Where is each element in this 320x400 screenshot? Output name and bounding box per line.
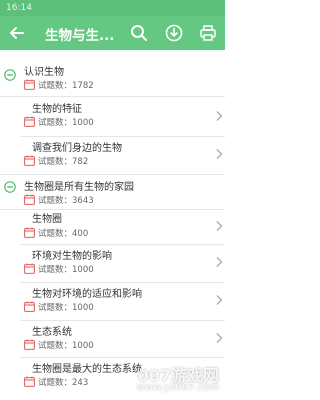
count-label: 试题数：1782 (38, 81, 94, 91)
calendar-icon (24, 227, 35, 238)
search-icon[interactable] (129, 23, 149, 43)
calendar-icon (24, 339, 35, 350)
item-title: 环境对生物的影响 (32, 251, 112, 262)
app-bar: 生物与生... (0, 16, 225, 50)
list-item-group[interactable]: 生物圈是所有生物的家园 试题数：3643 (0, 177, 225, 209)
count-label: 试题数：1000 (38, 303, 94, 313)
item-title: 生物的特征 (32, 104, 82, 115)
watermark: 007游戏网 www.yx007.com (131, 362, 221, 398)
download-icon[interactable] (164, 23, 184, 43)
count-label: 试题数：3643 (38, 196, 94, 206)
collapse-icon[interactable] (4, 69, 16, 81)
question-count: 试题数：1000 (24, 116, 134, 128)
item-title: 生物圈是所有生物的家园 (24, 182, 134, 193)
question-count: 试题数：782 (24, 155, 134, 167)
count-label: 试题数：400 (38, 229, 89, 239)
collapse-icon[interactable] (4, 181, 16, 193)
chevron-right-icon (216, 221, 223, 231)
list-item[interactable]: 环境对生物的影响 试题数：1000 (0, 246, 225, 282)
calendar-icon (24, 194, 35, 205)
question-count: 试题数：1782 (24, 79, 134, 91)
status-bar: 16:14 (0, 0, 225, 16)
page-title: 生物与生... (45, 28, 115, 44)
calendar-icon (24, 301, 35, 312)
divider (20, 357, 225, 358)
count-label: 试题数：1000 (38, 341, 94, 351)
calendar-icon (24, 376, 35, 387)
chevron-right-icon (216, 257, 223, 267)
question-count: 试题数：3643 (24, 194, 134, 206)
question-count: 试题数：1000 (24, 339, 134, 351)
item-title: 认识生物 (24, 67, 64, 78)
divider (0, 96, 225, 97)
divider (20, 282, 225, 283)
item-title: 生物圈是最大的生态系统 (32, 364, 142, 375)
item-title: 调查我们身边的生物 (32, 143, 122, 154)
list-item[interactable]: 生物对环境的适应和影响 试题数：1000 (0, 284, 225, 320)
question-count: 试题数：1000 (24, 263, 134, 275)
list-item[interactable]: 生物圈 试题数：400 (0, 210, 225, 248)
calendar-icon (24, 155, 35, 166)
list-item[interactable]: 生物的特征 试题数：1000 (0, 99, 225, 135)
count-label: 试题数：243 (38, 378, 89, 388)
item-title: 生物圈 (32, 214, 62, 225)
divider (20, 136, 225, 137)
question-count: 试题数：400 (24, 227, 134, 239)
watermark-url: www.yx007.com (136, 382, 219, 393)
list-item-group[interactable]: 认识生物 试题数：1782 (0, 62, 225, 94)
count-label: 试题数：1000 (38, 118, 94, 128)
chevron-right-icon (216, 333, 223, 343)
calendar-icon (24, 116, 35, 127)
chevron-right-icon (216, 111, 223, 121)
question-count: 试题数：1000 (24, 301, 134, 313)
calendar-icon (24, 79, 35, 90)
chapter-list: 认识生物 试题数：1782 生物的特征 试题数：1000 调查我们身边的生物 试… (0, 50, 225, 400)
divider (20, 320, 225, 321)
printer-icon[interactable] (198, 23, 218, 43)
status-time: 16:14 (6, 3, 32, 13)
list-item[interactable]: 生态系统 试题数：1000 (0, 322, 225, 358)
chevron-right-icon (216, 149, 223, 159)
item-title: 生态系统 (32, 327, 72, 338)
chevron-right-icon (216, 295, 223, 305)
question-count: 试题数：243 (24, 376, 134, 388)
list-item[interactable]: 调查我们身边的生物 试题数：782 (0, 138, 225, 174)
count-label: 试题数：1000 (38, 265, 94, 275)
divider (0, 174, 225, 175)
count-label: 试题数：782 (38, 157, 89, 167)
calendar-icon (24, 263, 35, 274)
divider (20, 244, 225, 245)
back-arrow-icon[interactable] (7, 23, 27, 43)
item-title: 生物对环境的适应和影响 (32, 289, 142, 300)
